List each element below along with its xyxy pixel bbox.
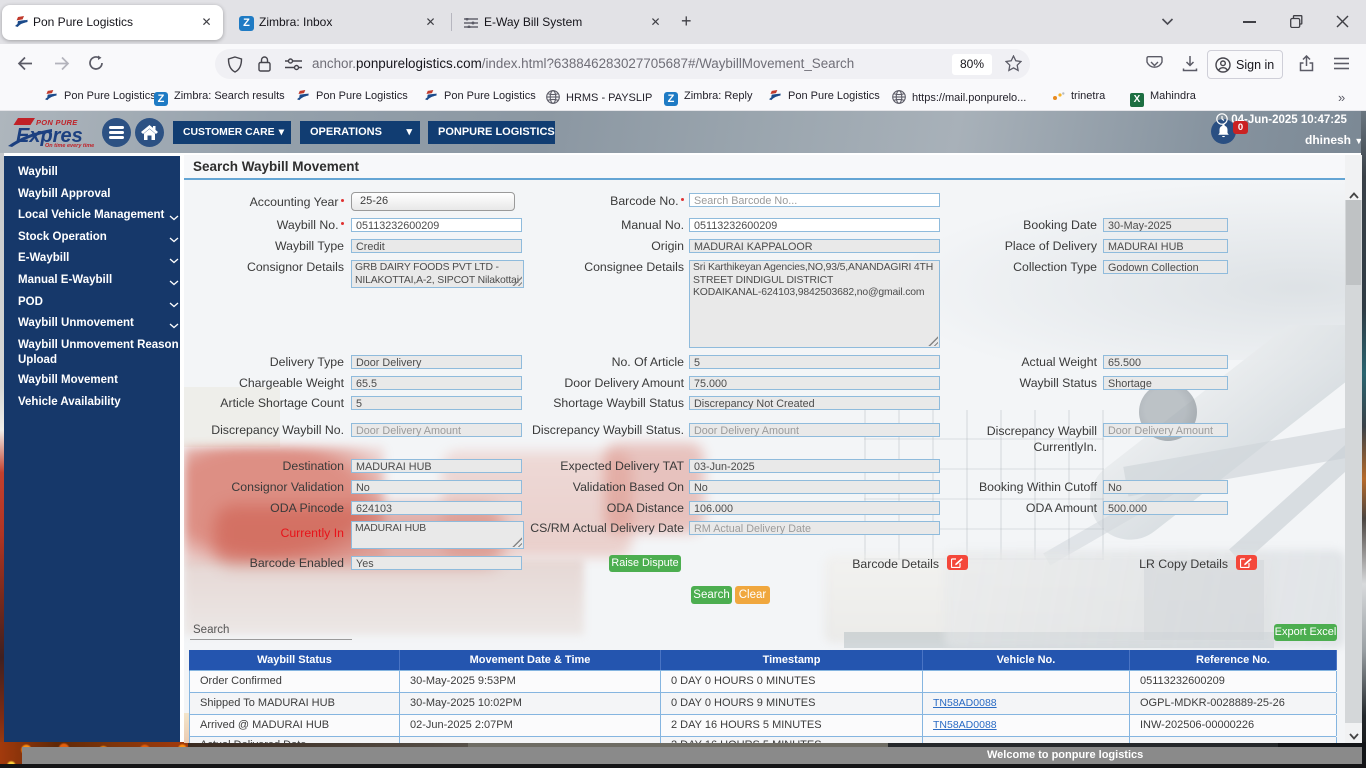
svg-text:On time every time: On time every time (45, 143, 94, 149)
